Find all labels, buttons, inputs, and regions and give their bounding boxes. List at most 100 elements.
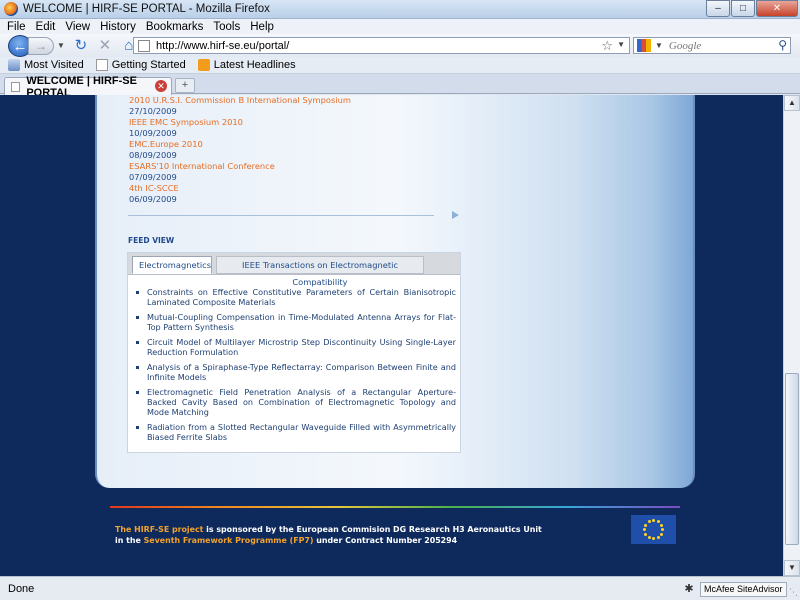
scroll-thumb[interactable] bbox=[785, 373, 799, 545]
firefox-icon bbox=[4, 2, 18, 16]
article-link[interactable]: Electromagnetic Field Penetration Analys… bbox=[136, 387, 456, 417]
minimize-button[interactable]: – bbox=[706, 0, 730, 17]
eu-star-icon bbox=[644, 523, 648, 527]
news-date: 27/10/2009 bbox=[129, 106, 177, 116]
vertical-scrollbar[interactable]: ▲ ▼ bbox=[783, 95, 800, 576]
page-favicon-icon bbox=[138, 39, 150, 52]
search-icon[interactable]: ⚲ bbox=[778, 38, 787, 52]
bookmark-star-icon[interactable]: ☆ bbox=[601, 38, 613, 54]
scroll-down-arrow-icon[interactable]: ▼ bbox=[784, 560, 800, 576]
bookmark-latest-headlines[interactable]: Latest Headlines bbox=[197, 59, 296, 71]
page-icon bbox=[95, 59, 108, 71]
eu-star-icon bbox=[652, 519, 655, 522]
history-dropdown-icon[interactable]: ▼ bbox=[57, 41, 65, 50]
bookmark-label: Latest Headlines bbox=[213, 59, 296, 71]
menu-edit[interactable]: Edit bbox=[36, 21, 56, 33]
new-tab-button[interactable]: + bbox=[175, 78, 195, 93]
address-url[interactable]: http://www.hirf-se.eu/portal/ bbox=[156, 40, 289, 52]
article-link[interactable]: Circuit Model of Multilayer Microstrip S… bbox=[136, 337, 456, 357]
window-controls: – □ ✕ bbox=[705, 0, 798, 17]
search-input[interactable] bbox=[668, 39, 779, 52]
bookmark-label: Most Visited bbox=[24, 59, 84, 71]
forward-button[interactable]: → bbox=[28, 36, 54, 55]
feed-view-heading: FEED VIEW bbox=[128, 236, 175, 245]
eu-flag-logo bbox=[631, 515, 676, 544]
feed-tabs: Electromagnetics IEEE Transactions on El… bbox=[128, 253, 460, 287]
project-link[interactable]: The HIRF-SE project bbox=[115, 525, 203, 534]
engine-dropdown-icon[interactable]: ▼ bbox=[655, 41, 663, 50]
news-list: 2010 U.R.S.I. Commission B International… bbox=[129, 95, 351, 205]
status-bar: Done ✱ McAfee SiteAdvisor ⋱ bbox=[0, 576, 800, 600]
menu-tools[interactable]: Tools bbox=[213, 21, 240, 33]
article-link[interactable]: Analysis of a Spiraphase-Type Reflectarr… bbox=[136, 362, 456, 382]
eu-star-icon bbox=[661, 528, 664, 531]
footer-rainbow-divider bbox=[110, 506, 680, 508]
eu-star-icon bbox=[656, 520, 660, 524]
bookmark-label: Getting Started bbox=[111, 59, 186, 71]
close-tab-icon[interactable]: ✕ bbox=[155, 80, 167, 92]
addon-area: ✱ McAfee SiteAdvisor bbox=[682, 581, 787, 597]
reload-icon[interactable]: ↻ bbox=[71, 36, 91, 56]
news-title-link[interactable]: ESARS'10 International Conference bbox=[129, 161, 351, 172]
next-arrow-icon[interactable] bbox=[452, 211, 459, 219]
news-item: EMC.Europe 2010 08/09/2009 bbox=[129, 139, 351, 161]
menu-help[interactable]: Help bbox=[250, 21, 274, 33]
eu-star-icon bbox=[647, 535, 651, 539]
menu-view[interactable]: View bbox=[65, 21, 90, 33]
close-window-button[interactable]: ✕ bbox=[756, 0, 798, 17]
menu-bar: File Edit View History Bookmarks Tools H… bbox=[0, 19, 800, 34]
article-link[interactable]: Constraints on Effective Constitutive Pa… bbox=[136, 287, 456, 307]
url-dropdown-icon[interactable]: ▼ bbox=[617, 40, 625, 49]
news-title-link[interactable]: IEEE EMC Symposium 2010 bbox=[129, 117, 351, 128]
bookmarks-toolbar: Most Visited Getting Started Latest Head… bbox=[0, 57, 800, 74]
news-title-link[interactable]: EMC.Europe 2010 bbox=[129, 139, 351, 150]
tab-strip: WELCOME | HIRF-SE PORTAL ✕ + bbox=[0, 74, 800, 99]
news-item: 4th IC-SCCE 06/09/2009 bbox=[129, 183, 351, 205]
feed-box: Electromagnetics IEEE Transactions on El… bbox=[127, 252, 461, 453]
menu-file[interactable]: File bbox=[7, 21, 26, 33]
news-item: ESARS'10 International Conference 07/09/… bbox=[129, 161, 351, 183]
window-title: WELCOME | HIRF-SE PORTAL - Mozilla Firef… bbox=[23, 3, 270, 15]
footer-text-1: is sponsored by the European Commision D… bbox=[203, 525, 542, 534]
eu-star-icon bbox=[659, 523, 663, 527]
mcafee-siteadvisor-button[interactable]: McAfee SiteAdvisor bbox=[700, 581, 787, 597]
resize-grip-icon[interactable]: ⋱ bbox=[789, 587, 798, 598]
tab-electromagnetics[interactable]: Electromagnetics bbox=[132, 256, 212, 274]
eu-star-icon bbox=[644, 532, 648, 536]
news-date: 08/09/2009 bbox=[129, 150, 177, 160]
news-title-link[interactable]: 2010 U.R.S.I. Commission B International… bbox=[129, 95, 351, 106]
bookmark-most-visited[interactable]: Most Visited bbox=[8, 59, 84, 71]
scroll-up-arrow-icon[interactable]: ▲ bbox=[784, 95, 800, 111]
article-link[interactable]: Mutual-Coupling Compensation in Time-Mod… bbox=[136, 312, 456, 332]
page-viewport: 2010 U.R.S.I. Commission B International… bbox=[0, 95, 783, 576]
navigation-toolbar: ← → ▼ ↻ ✕ ⌂ http://www.hirf-se.eu/portal… bbox=[0, 34, 800, 57]
search-box[interactable]: ▼ ⚲ bbox=[633, 37, 791, 54]
addon-puzzle-icon[interactable]: ✱ bbox=[682, 582, 696, 596]
news-title-link[interactable]: 4th IC-SCCE bbox=[129, 183, 351, 194]
article-list: Constraints on Effective Constitutive Pa… bbox=[136, 287, 456, 447]
news-date: 10/09/2009 bbox=[129, 128, 177, 138]
news-date: 06/09/2009 bbox=[129, 194, 177, 204]
news-divider bbox=[128, 215, 434, 216]
window-titlebar: WELCOME | HIRF-SE PORTAL - Mozilla Firef… bbox=[0, 0, 800, 19]
news-item: 2010 U.R.S.I. Commission B International… bbox=[129, 95, 351, 117]
article-link[interactable]: Radiation from a Slotted Rectangular Wav… bbox=[136, 422, 456, 442]
address-bar[interactable]: http://www.hirf-se.eu/portal/ ☆ ▼ bbox=[133, 37, 630, 54]
bookmark-getting-started[interactable]: Getting Started bbox=[95, 59, 186, 71]
rss-icon bbox=[197, 59, 210, 71]
fp7-link[interactable]: Seventh Framework Programme (FP7) bbox=[144, 536, 314, 545]
tab-ieee-emc[interactable]: IEEE Transactions on Electromagnetic Com… bbox=[216, 256, 424, 287]
maximize-button[interactable]: □ bbox=[731, 0, 755, 17]
eu-star-icon bbox=[652, 537, 655, 540]
eu-star-icon bbox=[647, 520, 651, 524]
most-visited-icon bbox=[8, 59, 20, 71]
tab-welcome[interactable]: WELCOME | HIRF-SE PORTAL ✕ bbox=[4, 75, 172, 99]
eu-star-icon bbox=[656, 535, 660, 539]
stop-icon[interactable]: ✕ bbox=[95, 36, 115, 56]
news-item: IEEE EMC Symposium 2010 10/09/2009 bbox=[129, 117, 351, 139]
status-text: Done bbox=[8, 582, 35, 595]
menu-bookmarks[interactable]: Bookmarks bbox=[146, 21, 204, 33]
menu-history[interactable]: History bbox=[100, 21, 136, 33]
tab-favicon-icon bbox=[11, 81, 21, 92]
google-engine-icon[interactable] bbox=[637, 39, 651, 52]
